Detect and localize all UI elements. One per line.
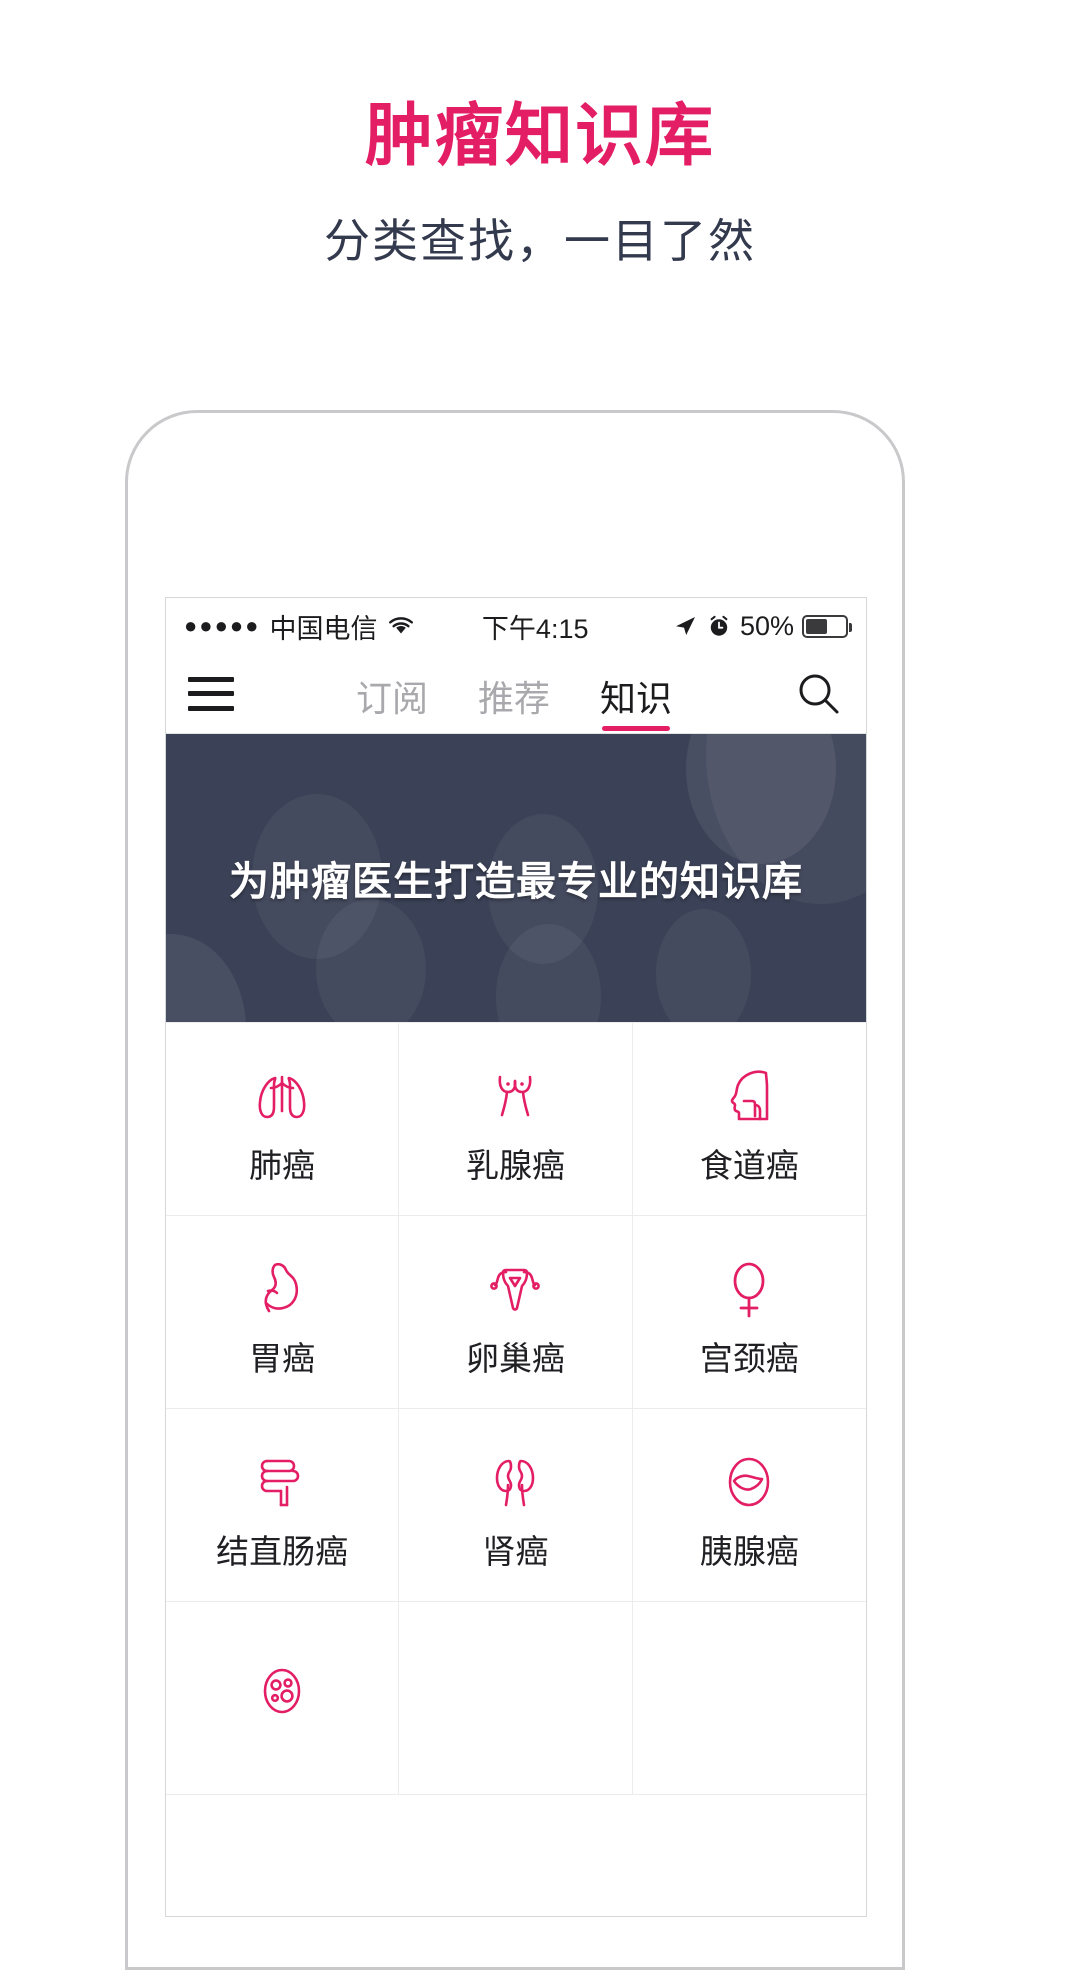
banner-decoration-blob (166, 934, 246, 1022)
colon-intestine-icon (243, 1443, 321, 1521)
battery-percent-label: 50% (739, 610, 794, 641)
lymphoma-cells-icon (243, 1652, 321, 1730)
category-label: 肾癌 (482, 1532, 549, 1570)
category-cell-lung[interactable]: 肺癌 (166, 1023, 400, 1216)
search-icon[interactable] (794, 669, 844, 719)
tab-knowledge[interactable]: 知识 (596, 640, 676, 731)
banner-decoration-blob (316, 899, 426, 1022)
uterus-ovaries-icon (476, 1250, 554, 1328)
tab-subscribe[interactable]: 订阅 (352, 640, 432, 731)
category-label: 食道癌 (699, 1146, 799, 1184)
category-cell-kidney[interactable]: 肾癌 (399, 1409, 633, 1602)
category-label: 乳腺癌 (465, 1146, 565, 1184)
banner-decoration-blob (656, 909, 751, 1022)
banner-headline: 为肿瘤医生打造最专业的知识库 (229, 860, 803, 904)
category-cell-stomach[interactable]: 胃癌 (166, 1216, 400, 1409)
phone-mockup-frame: ●●●●● 中国电信 下午4:15 50% 订阅 推荐 知识 为肿瘤医生打造最专… (125, 410, 905, 1970)
page-subtitle: 分类查找，一目了然 (324, 215, 756, 268)
phone-screen: ●●●●● 中国电信 下午4:15 50% 订阅 推荐 知识 为肿瘤医生打造最专… (165, 597, 867, 1917)
promo-header: 肿瘤知识库 分类查找，一目了然 (0, 0, 1080, 269)
kidneys-icon (476, 1443, 554, 1521)
category-cell-pancreas[interactable]: 胰腺癌 (632, 1409, 866, 1602)
app-navbar: 订阅 推荐 知识 (166, 654, 866, 734)
category-label: 结直肠癌 (216, 1532, 349, 1570)
hamburger-menu-icon[interactable] (188, 676, 234, 711)
female-symbol-icon (710, 1250, 788, 1328)
category-label: 宫颈癌 (699, 1339, 799, 1377)
tab-bar: 订阅 推荐 知识 (234, 654, 794, 733)
category-cell-ovarian[interactable]: 卵巢癌 (399, 1216, 633, 1409)
stomach-icon (243, 1250, 321, 1328)
location-arrow-icon (672, 613, 698, 639)
tab-recommend[interactable]: 推荐 (474, 640, 554, 731)
category-cell-placeholder (632, 1602, 866, 1795)
lungs-icon (243, 1057, 321, 1135)
category-cell-colorectal[interactable]: 结直肠癌 (166, 1409, 400, 1602)
category-cell-cervical[interactable]: 宫颈癌 (632, 1216, 866, 1409)
category-label: 卵巢癌 (465, 1339, 565, 1377)
category-label: 胰腺癌 (699, 1532, 799, 1570)
category-label: 肺癌 (249, 1146, 316, 1184)
wifi-icon (386, 614, 416, 638)
category-cell-esophagus[interactable]: 食道癌 (632, 1023, 866, 1216)
category-label: 胃癌 (249, 1339, 316, 1377)
category-grid: 肺癌 乳腺癌 食道癌 胃癌 卵巢癌 宫颈癌 结直肠癌 肾癌 胰腺癌 (166, 1022, 866, 1795)
battery-icon (802, 614, 852, 638)
alarm-clock-icon (706, 613, 732, 639)
category-cell-placeholder (399, 1602, 633, 1795)
page-title: 肿瘤知识库 (364, 98, 715, 174)
hero-banner[interactable]: 为肿瘤医生打造最专业的知识库 (166, 734, 866, 1022)
category-cell-lymphoma[interactable] (166, 1602, 400, 1795)
status-bar-right: 50% (672, 610, 852, 642)
category-cell-breast[interactable]: 乳腺癌 (399, 1023, 633, 1216)
breast-icon (476, 1057, 554, 1135)
pancreas-icon (710, 1443, 788, 1521)
head-throat-icon (710, 1057, 788, 1135)
signal-strength-dots: ●●●●● (184, 613, 261, 638)
